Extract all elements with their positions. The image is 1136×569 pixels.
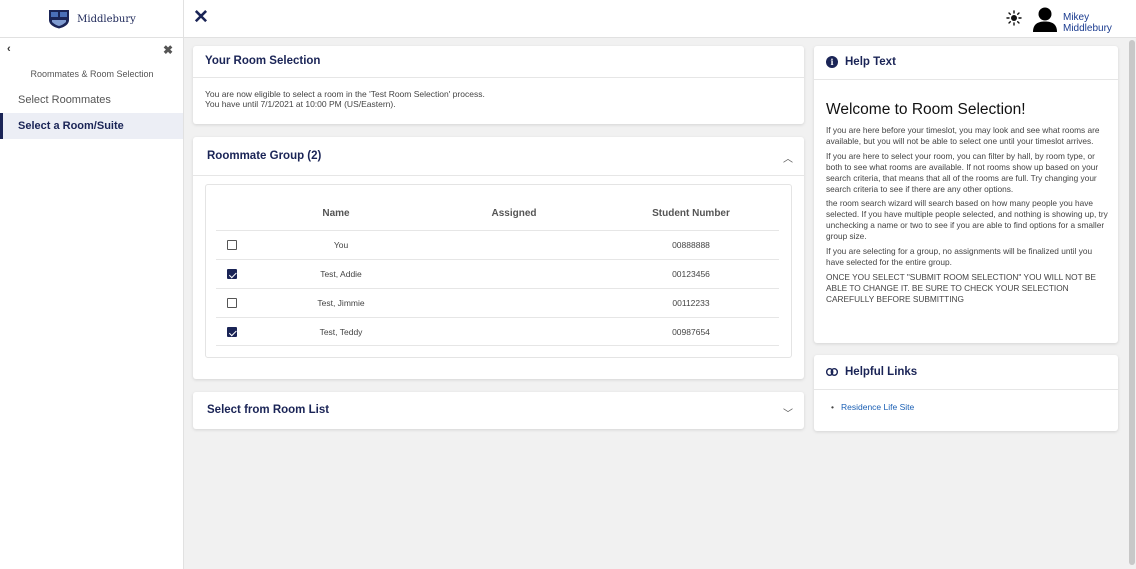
help-body: If you are here before your timeslot, yo… [826,125,1108,309]
scrollbar[interactable] [1128,38,1136,569]
column-header-student-number: Student Number [652,208,730,219]
close-sidebar-icon[interactable]: ✖ [163,43,173,57]
scrollbar-thumb[interactable] [1129,40,1135,565]
links-header: Helpful Links [826,366,917,378]
roommate-checkbox[interactable] [227,298,237,308]
roommate-checkbox[interactable] [227,269,237,279]
sidebar-title: Roommates & Room Selection [30,69,154,79]
roommate-checkbox[interactable] [227,240,237,250]
divider [814,389,1118,390]
column-header-name: Name [322,208,350,219]
top-bar: Middlebury ✕ Mikey Middlebury [0,0,1136,38]
roommate-name: Test, Teddy [319,327,363,337]
divider [193,175,804,176]
table-row: You 00888888 [216,230,779,259]
sidebar: ‹ ✖ Roommates & Room Selection Select Ro… [0,38,184,569]
roommate-name: Test, Jimmie [317,298,365,308]
brand-logo[interactable]: Middlebury [0,0,184,38]
deadline-text: You have until 7/1/2021 at 10:00 PM (US/… [205,99,396,109]
bullet: • [831,402,834,412]
user-avatar-icon[interactable] [1032,6,1058,32]
close-icon[interactable]: ✕ [193,8,209,28]
brand-name: Middlebury [77,13,136,25]
chevron-down-icon[interactable]: ﹀ [783,405,793,420]
help-title: Help Text [845,56,896,68]
roommate-group-title: Roommate Group (2) [207,150,322,162]
student-number: 00888888 [672,240,710,250]
welcome-heading: Welcome to Room Selection! [826,101,1026,118]
chevron-up-icon[interactable]: ︿ [783,150,793,165]
student-number: 00987654 [672,327,710,337]
room-selection-title: Your Room Selection [205,55,321,67]
table-row: Test, Addie 00123456 [216,259,779,288]
info-icon: i [826,56,838,68]
sidebar-item-select-room[interactable]: Select a Room/Suite [0,113,183,139]
helpful-links-card: Helpful Links • Residence Life Site [814,355,1118,431]
residence-life-link[interactable]: Residence Life Site [841,402,914,412]
help-paragraph: If you are selecting for a group, no ass… [826,246,1093,267]
links-title: Helpful Links [845,366,918,378]
table-row: Test, Jimmie 00112233 [216,288,779,317]
roommate-table: Name Assigned Student Number You 0088888… [205,184,792,358]
help-paragraph: If you are here to select your room, you… [826,150,1099,194]
help-text-card: i Help Text Welcome to Room Selection! I… [814,46,1118,343]
chevron-left-icon[interactable]: ‹ [7,43,11,55]
student-number: 00112233 [672,298,710,308]
help-header: i Help Text [826,56,896,68]
eligibility-text: You are now eligible to select a room in… [205,89,485,99]
divider [193,77,804,78]
help-paragraph: If you are here before your timeslot, yo… [826,125,1100,146]
help-paragraph: the room search wizard will search based… [826,198,1108,242]
sun-icon[interactable] [1006,10,1022,26]
help-paragraph: ONCE YOU SELECT "SUBMIT ROOM SELECTION" … [826,271,1096,304]
roommate-name: Test, Addie [320,269,362,279]
roommate-group-card: Roommate Group (2) ︿ Name Assigned Stude… [193,137,804,379]
table-row: Test, Teddy 00987654 [216,317,779,346]
room-list-card[interactable]: Select from Room List ﹀ [193,392,804,429]
roommate-name: You [333,240,349,250]
link-icon [826,368,838,376]
room-selection-card: Your Room Selection You are now eligible… [193,46,804,124]
divider [814,79,1118,80]
room-list-title: Select from Room List [207,404,330,416]
column-header-assigned: Assigned [491,208,537,219]
roommate-checkbox[interactable] [227,327,237,337]
student-number: 00123456 [672,269,710,279]
sidebar-item-select-roommates[interactable]: Select Roommates [0,87,183,113]
user-name-link[interactable]: Mikey Middlebury [1063,12,1136,34]
college-shield-icon [49,10,70,29]
